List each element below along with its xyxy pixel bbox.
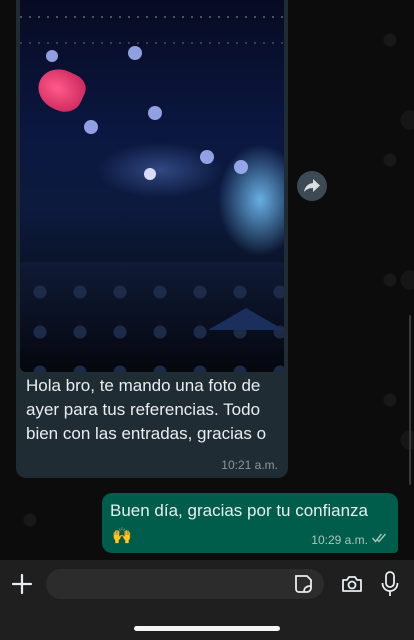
incoming-message[interactable]: Hola bro, te mando una foto de ayer para… (16, 0, 288, 478)
balloon (148, 106, 162, 120)
stage-lights (20, 42, 284, 44)
attach-button[interactable] (10, 572, 34, 596)
forward-icon (304, 179, 320, 192)
forward-button[interactable] (297, 171, 327, 201)
microphone-button[interactable] (380, 570, 400, 598)
sticker-button[interactable] (292, 573, 314, 595)
message-photo[interactable] (20, 0, 284, 372)
stage-tent (208, 308, 284, 330)
mic-icon (381, 571, 399, 596)
stage-lights (20, 16, 284, 18)
outgoing-message-text: Buen día, gracias por tu confianza (110, 501, 368, 520)
message-input[interactable] (46, 569, 324, 599)
scrollbar[interactable] (409, 315, 411, 485)
incoming-message-time: 10:21 a.m. (221, 458, 278, 472)
balloon (234, 160, 248, 174)
pink-balloon (31, 62, 91, 118)
plus-icon (11, 573, 33, 595)
outgoing-message-time: 10:29 a.m. (311, 533, 368, 547)
balloon (128, 46, 142, 60)
camera-button[interactable] (340, 572, 364, 596)
balloon (46, 50, 58, 62)
camera-icon (342, 576, 362, 592)
sticker-icon (295, 575, 312, 593)
incoming-message-text: Hola bro, te mando una foto de ayer para… (26, 376, 267, 443)
raising-hands-emoji: 🙌 (112, 528, 132, 545)
double-check-icon (371, 532, 388, 546)
home-indicator (134, 626, 280, 631)
balloon (84, 120, 98, 134)
balloon (200, 150, 214, 164)
balloon (144, 168, 156, 180)
outgoing-message[interactable]: Buen día, gracias por tu confianza 🙌 10:… (102, 493, 398, 553)
